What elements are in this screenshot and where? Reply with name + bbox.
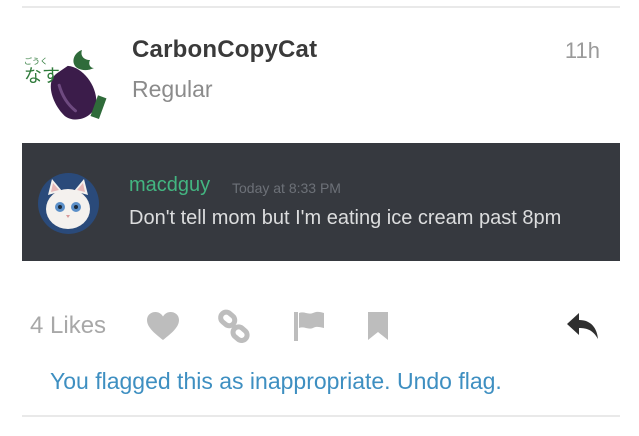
reply-button[interactable] bbox=[565, 308, 601, 344]
top-divider bbox=[22, 6, 620, 8]
flag-notice: You flagged this as inappropriate. Undo … bbox=[50, 368, 502, 395]
share-link-button[interactable] bbox=[216, 308, 252, 344]
embed-timestamp: Today at 8:33 PM bbox=[232, 180, 341, 196]
flag-icon bbox=[294, 311, 324, 341]
bookmark-icon bbox=[368, 312, 388, 340]
likes-count[interactable]: 4 Likes bbox=[30, 312, 106, 340]
flag-button[interactable] bbox=[291, 308, 327, 344]
embed-message: Don't tell mom but I'm eating ice cream … bbox=[129, 207, 562, 229]
white-cat-avatar-icon bbox=[38, 173, 99, 234]
embed-username: macdguy bbox=[129, 174, 211, 196]
undo-flag-link[interactable]: Undo flag. bbox=[397, 368, 502, 394]
avatar-caption-large: なす bbox=[24, 66, 60, 87]
flag-notice-text: You flagged this as inappropriate. bbox=[50, 368, 391, 394]
like-button[interactable] bbox=[145, 308, 181, 344]
heart-icon bbox=[147, 312, 179, 340]
eggplant-avatar-icon: ごうく なす bbox=[24, 50, 107, 120]
reply-icon bbox=[567, 313, 598, 339]
post-username[interactable]: CarbonCopyCat bbox=[132, 36, 317, 64]
bookmark-button[interactable] bbox=[360, 308, 396, 344]
avatar-caption-small: ごうく bbox=[24, 56, 48, 66]
post-avatar[interactable]: ごうく なす bbox=[22, 38, 108, 124]
link-icon bbox=[218, 309, 250, 343]
user-title: Regular bbox=[132, 76, 213, 102]
post-actions: 4 Likes bbox=[0, 300, 639, 350]
post-age[interactable]: 11h bbox=[565, 38, 600, 64]
embedded-chat-image: macdguy Today at 8:33 PM Don't tell mom … bbox=[22, 143, 620, 261]
bottom-divider bbox=[22, 415, 620, 417]
